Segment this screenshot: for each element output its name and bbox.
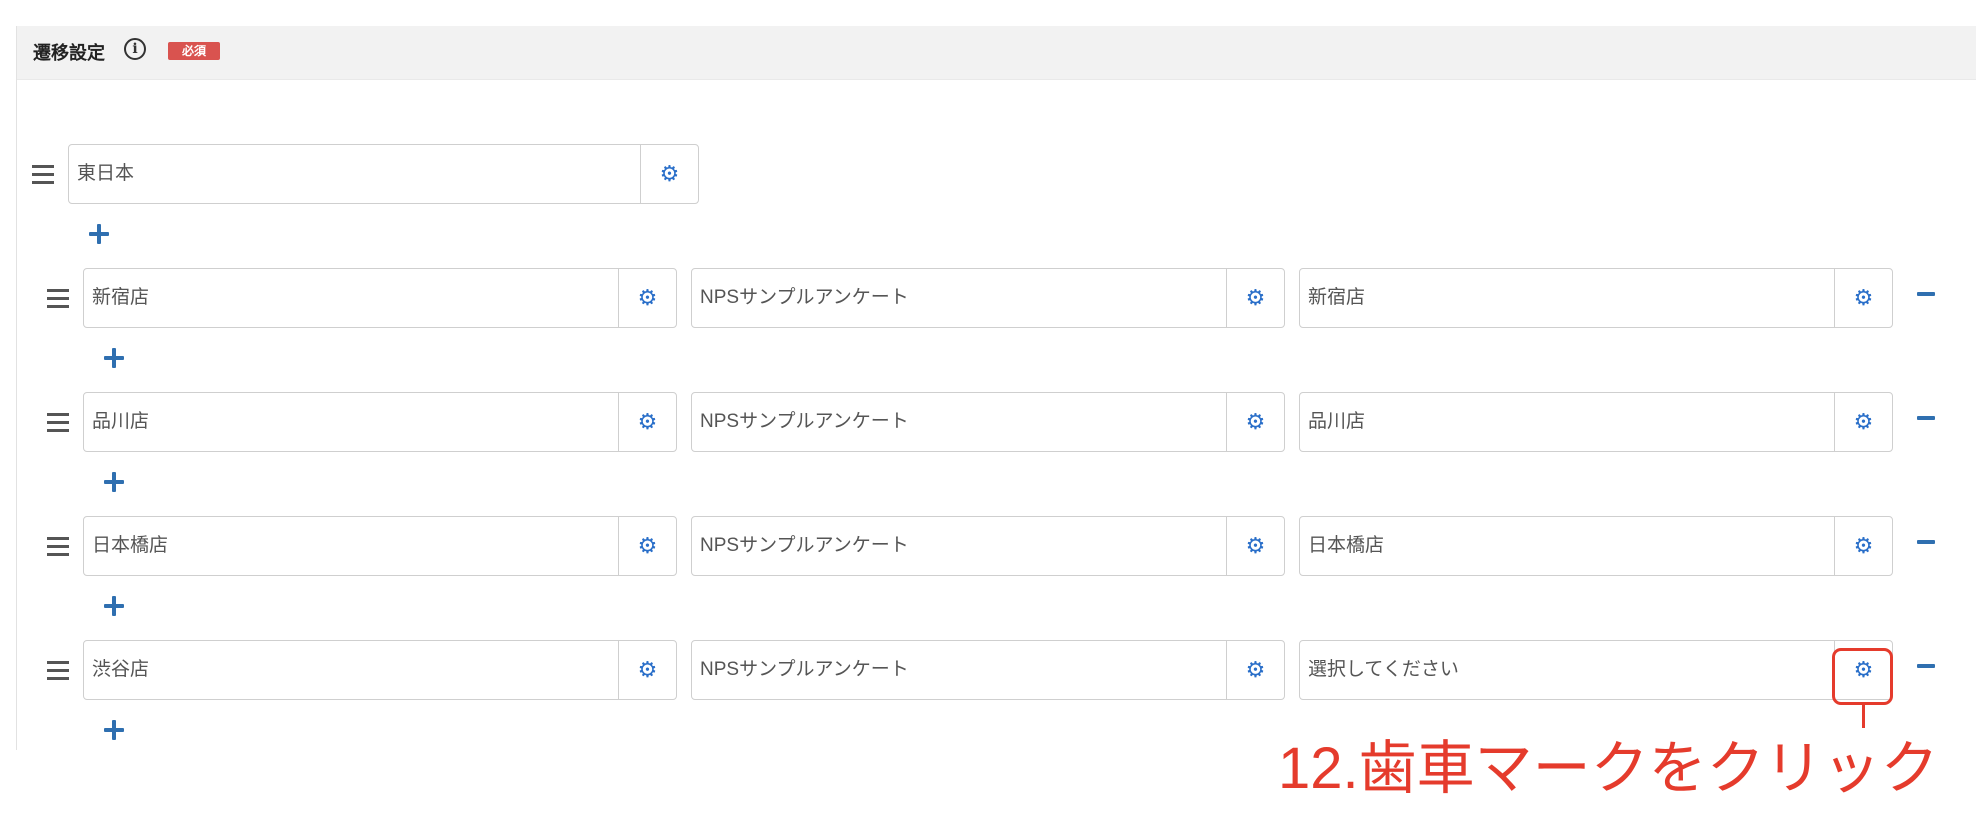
info-icon[interactable]: i — [124, 38, 146, 60]
plus-icon[interactable] — [104, 596, 124, 616]
field-value: 選択してください — [1308, 659, 1459, 680]
field-value: 新宿店 — [1308, 287, 1366, 308]
drag-handle-icon[interactable] — [47, 413, 69, 433]
field-value: 品川店 — [1308, 411, 1366, 432]
plus-icon[interactable] — [89, 224, 109, 244]
drag-handle-icon[interactable] — [47, 537, 69, 557]
plus-icon[interactable] — [104, 472, 124, 492]
minus-icon[interactable] — [1917, 664, 1935, 668]
plus-icon[interactable] — [104, 720, 124, 740]
store-field[interactable]: 渋谷店 ⚙ — [83, 640, 677, 700]
field-value: 東日本 — [77, 163, 135, 184]
gear-icon[interactable]: ⚙ — [618, 517, 676, 575]
store-field[interactable]: 新宿店 ⚙ — [83, 268, 677, 328]
minus-icon[interactable] — [1917, 540, 1935, 544]
gear-icon[interactable]: ⚙ — [1226, 393, 1284, 451]
destination-field[interactable]: 品川店 ⚙ — [1299, 392, 1893, 452]
field-value: 渋谷店 — [92, 659, 150, 680]
gear-icon[interactable]: ⚙ — [1226, 517, 1284, 575]
minus-icon[interactable] — [1917, 292, 1935, 296]
destination-field[interactable]: 新宿店 ⚙ — [1299, 268, 1893, 328]
field-value: NPSサンプルアンケート — [700, 659, 909, 680]
highlight-box — [1832, 648, 1893, 705]
gear-icon[interactable]: ⚙ — [1834, 393, 1892, 451]
survey-field[interactable]: NPSサンプルアンケート ⚙ — [691, 640, 1285, 700]
field-value: 品川店 — [92, 411, 150, 432]
destination-field[interactable]: 日本橋店 ⚙ — [1299, 516, 1893, 576]
field-value: NPSサンプルアンケート — [700, 287, 909, 308]
required-badge: 必須 — [168, 42, 220, 60]
drag-handle-icon[interactable] — [32, 165, 54, 185]
store-field[interactable]: 日本橋店 ⚙ — [83, 516, 677, 576]
survey-field[interactable]: NPSサンプルアンケート ⚙ — [691, 516, 1285, 576]
drag-handle-icon[interactable] — [47, 289, 69, 309]
drag-handle-icon[interactable] — [47, 661, 69, 681]
store-field[interactable]: 品川店 ⚙ — [83, 392, 677, 452]
gear-icon[interactable]: ⚙ — [618, 393, 676, 451]
gear-icon[interactable]: ⚙ — [640, 145, 698, 203]
gear-icon[interactable]: ⚙ — [1834, 269, 1892, 327]
gear-icon[interactable]: ⚙ — [1834, 517, 1892, 575]
field-value: NPSサンプルアンケート — [700, 411, 909, 432]
gear-icon[interactable]: ⚙ — [1226, 641, 1284, 699]
survey-field[interactable]: NPSサンプルアンケート ⚙ — [691, 268, 1285, 328]
field-value: 新宿店 — [92, 287, 150, 308]
field-value: 日本橋店 — [1308, 535, 1385, 556]
gear-icon[interactable]: ⚙ — [618, 641, 676, 699]
minus-icon[interactable] — [1917, 416, 1935, 420]
destination-field[interactable]: 選択してください ⚙ — [1299, 640, 1893, 700]
root-region-field[interactable]: 東日本 ⚙ — [68, 144, 699, 204]
panel-header: 遷移設定 i 必須 — [17, 26, 1976, 80]
field-value: NPSサンプルアンケート — [700, 535, 909, 556]
field-value: 日本橋店 — [92, 535, 169, 556]
panel-title: 遷移設定 — [33, 43, 105, 63]
annotation-text: 12.歯車マークをクリック — [1278, 736, 1939, 801]
gear-icon[interactable]: ⚙ — [618, 269, 676, 327]
plus-icon[interactable] — [104, 348, 124, 368]
callout-line — [1862, 705, 1865, 728]
gear-icon[interactable]: ⚙ — [1226, 269, 1284, 327]
survey-field[interactable]: NPSサンプルアンケート ⚙ — [691, 392, 1285, 452]
